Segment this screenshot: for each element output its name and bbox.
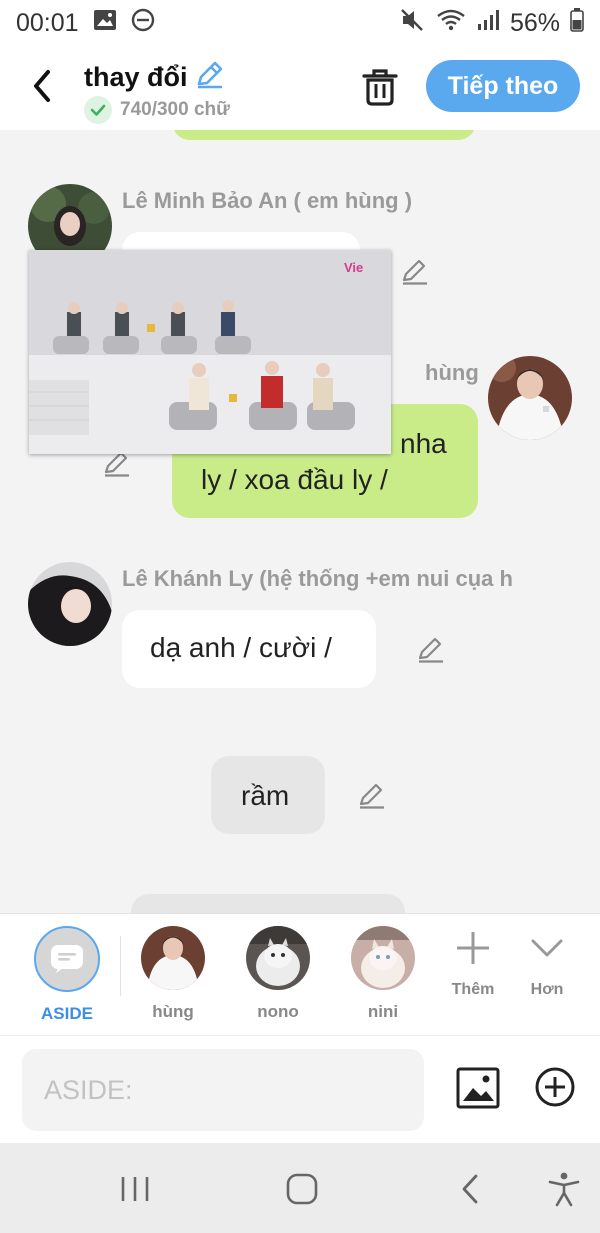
top-app-bar: thay đổi 740/300 chữ Tiếp theo: [0, 46, 600, 130]
video-player[interactable]: Vie: [29, 250, 391, 454]
delete-button[interactable]: [360, 66, 400, 108]
chevron-left-icon: [34, 70, 50, 102]
edit-icon[interactable]: [400, 256, 430, 286]
avatar: [246, 926, 310, 990]
message-bubble-partial[interactable]: [172, 130, 476, 140]
message-text-line2: ly / xoa đầu ly /: [201, 464, 388, 495]
message-text: dạ anh / cười /: [150, 632, 332, 663]
character-label: nini: [367, 1002, 399, 1021]
divider: [120, 936, 121, 996]
add-character-button[interactable]: Thêm: [448, 928, 498, 999]
character-label: hùng: [152, 1002, 194, 1021]
edit-icon[interactable]: [357, 780, 387, 810]
sender-name: Lê Khánh Ly (hệ thống +em nui cụa h: [122, 566, 513, 591]
edit-icon[interactable]: [416, 634, 446, 664]
system-nav-bar: [0, 1143, 600, 1233]
plus-icon: [457, 932, 489, 964]
insert-image-button[interactable]: [456, 1066, 500, 1110]
pencil-icon[interactable]: [194, 58, 226, 97]
add-button[interactable]: [534, 1066, 576, 1108]
do-not-disturb-icon: [131, 8, 155, 39]
status-bar: 00:01 56%: [0, 0, 600, 46]
battery-icon: [570, 7, 584, 39]
sender-name: hùng: [425, 360, 479, 385]
char-count-text: 740/300 chữ: [120, 99, 230, 120]
aside-bubble[interactable]: rầm: [211, 756, 325, 834]
back-button[interactable]: [26, 64, 60, 108]
character-aside[interactable]: ASIDE: [34, 926, 100, 1024]
chevron-down-icon: [531, 939, 563, 957]
system-back-button[interactable]: [452, 1171, 492, 1207]
character-hung[interactable]: hùng: [140, 926, 206, 1022]
avatar[interactable]: [28, 562, 112, 646]
avatar[interactable]: [488, 356, 572, 440]
message-text: rầm: [241, 780, 290, 811]
aside-bubble-partial[interactable]: [131, 894, 405, 913]
add-label: Thêm: [451, 981, 495, 998]
signal-icon: [476, 8, 500, 39]
avatar: [141, 926, 205, 990]
character-label: ASIDE: [41, 1004, 93, 1023]
status-time: 00:01: [16, 8, 79, 37]
character-nono[interactable]: nono: [245, 926, 311, 1022]
page-title[interactable]: thay đổi: [84, 58, 226, 97]
video-logo: Vie: [344, 260, 363, 275]
battery-percent: 56%: [509, 8, 560, 37]
video-frame: Vie: [29, 250, 391, 454]
message-text-line1: nha: [400, 428, 447, 459]
recents-icon: [121, 1177, 149, 1201]
accessibility-button[interactable]: [544, 1171, 584, 1207]
image-icon: [456, 1067, 500, 1109]
back-icon: [462, 1174, 478, 1204]
recents-button[interactable]: [116, 1171, 156, 1207]
title-text: thay đổi: [84, 62, 188, 92]
trash-icon: [362, 69, 398, 106]
next-button[interactable]: Tiếp theo: [426, 60, 580, 112]
composer: [0, 1035, 600, 1143]
avatar: [351, 926, 415, 990]
add-circle-icon: [535, 1067, 575, 1107]
home-button[interactable]: [282, 1171, 322, 1207]
message-bubble[interactable]: dạ anh / cười /: [122, 610, 376, 688]
check-icon: [84, 96, 112, 124]
message-input[interactable]: [22, 1049, 424, 1131]
character-label: nono: [257, 1002, 299, 1021]
home-icon: [286, 1173, 318, 1205]
chat-bubble-icon: [51, 945, 83, 973]
more-label: Hơn: [530, 981, 564, 998]
character-selector: ASIDE hùng nono nini Thêm Hơn: [0, 913, 600, 1035]
chat-area[interactable]: Lê Minh Bảo An ( em hùng ) hùng nha ly /…: [0, 130, 600, 913]
char-count: 740/300 chữ: [84, 96, 230, 124]
mute-icon: [400, 8, 426, 39]
accessibility-icon: [548, 1172, 580, 1207]
sender-name: Lê Minh Bảo An ( em hùng ): [122, 188, 413, 213]
more-characters-button[interactable]: Hơn: [522, 928, 572, 999]
aside-avatar: [34, 926, 100, 992]
wifi-icon: [436, 8, 466, 39]
image-icon: [93, 9, 117, 38]
character-nini[interactable]: nini: [350, 926, 416, 1022]
